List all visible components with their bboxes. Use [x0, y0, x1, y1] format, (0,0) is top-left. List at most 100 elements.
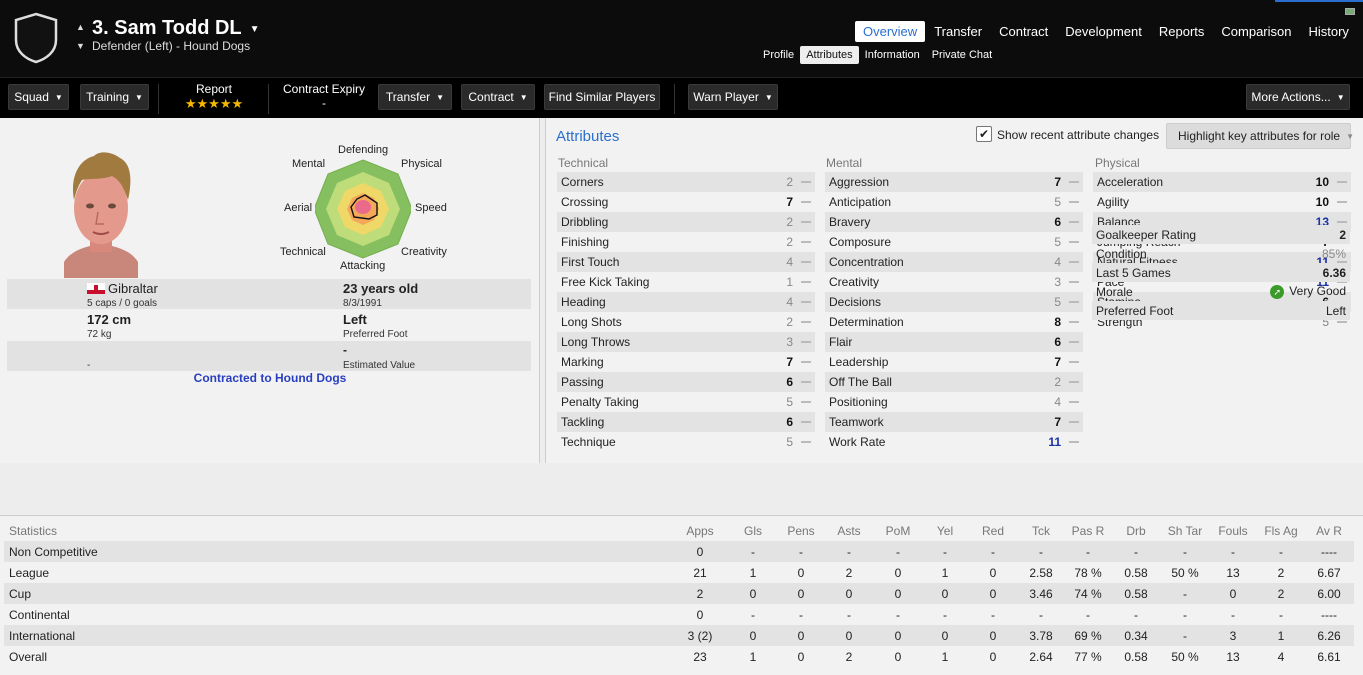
stat-cell: - — [1231, 545, 1235, 559]
highlight-role-dropdown[interactable]: Highlight key attributes for role ▼ — [1166, 123, 1354, 149]
transfer-button[interactable]: Transfer ▼ — [378, 84, 452, 110]
attribute-row[interactable]: Penalty Taking 5 — [557, 392, 815, 412]
attribute-row[interactable]: Bravery 6 — [825, 212, 1083, 232]
squad-button[interactable]: Squad ▼ — [8, 84, 69, 110]
attribute-row[interactable]: Off The Ball 2 — [825, 372, 1083, 392]
attribute-row[interactable]: Corners 2 — [557, 172, 815, 192]
attribute-row[interactable]: Anticipation 5 — [825, 192, 1083, 212]
player-summary-list: Goalkeeper Rating 2 Condition 85% Last 5 G… — [1092, 225, 1350, 320]
training-button[interactable]: Training ▼ — [80, 84, 149, 110]
nationality[interactable]: Gibraltar — [87, 281, 158, 296]
attribute-row[interactable]: Dribbling 2 — [557, 212, 815, 232]
tab-comparison[interactable]: Comparison — [1213, 21, 1299, 42]
statistics-row[interactable]: Overall 23 1 0 2 0 1 0 2.64 77 % 0.58 50 % 13 4 6.61 — [4, 646, 1354, 667]
radar-label-creativity: Creativity — [401, 246, 447, 258]
attribute-value: 7 — [786, 195, 793, 209]
attribute-row[interactable]: Heading 4 — [557, 292, 815, 312]
attribute-row[interactable]: Decisions 5 — [825, 292, 1083, 312]
stat-cell: 2 — [845, 650, 853, 664]
subtab-information[interactable]: Information — [859, 46, 926, 64]
window-mode-icon[interactable] — [1345, 8, 1355, 15]
contract-status-link[interactable]: Contracted to Hound Dogs — [0, 371, 540, 385]
attribute-change-dash-icon — [1069, 241, 1079, 243]
statistics-row[interactable]: League 21 1 0 2 0 1 0 2.58 78 % 0.58 50 % 13 2 6.67 — [4, 562, 1354, 583]
attribute-change-dash-icon — [1069, 181, 1079, 183]
stat-cell: 0.58 — [1124, 566, 1148, 580]
subtab-attributes[interactable]: Attributes — [800, 46, 859, 64]
stat-cell: 0 — [1229, 587, 1237, 601]
stat-cell: Yel — [936, 524, 954, 538]
attribute-change-dash-icon — [801, 261, 811, 263]
attribute-row[interactable]: Concentration 4 — [825, 252, 1083, 272]
show-changes-label[interactable]: Show recent attribute changes — [997, 128, 1159, 142]
attribute-row[interactable]: Agility 10 — [1093, 192, 1351, 212]
attribute-name: Heading — [561, 295, 606, 309]
statistics-row[interactable]: Continental 0- - - - - - - - - - - - ---- — [4, 604, 1354, 625]
attribute-row[interactable]: Finishing 2 — [557, 232, 815, 252]
attribute-value: 5 — [1054, 295, 1061, 309]
tab-reports[interactable]: Reports — [1151, 21, 1213, 42]
attribute-name: Marking — [561, 355, 604, 369]
previous-player-icon[interactable]: ▲ — [76, 22, 85, 32]
player-name[interactable]: 3. Sam Todd DL ▼ — [92, 17, 260, 40]
attribute-row[interactable]: Free Kick Taking 1 — [557, 272, 815, 292]
attribute-name: Bravery — [829, 215, 871, 229]
stat-cell: 0 — [941, 629, 949, 643]
warn-player-button[interactable]: Warn Player ▼ — [688, 84, 778, 110]
next-player-icon[interactable]: ▼ — [76, 41, 85, 51]
attribute-row[interactable]: Aggression 7 — [825, 172, 1083, 192]
tab-contract[interactable]: Contract — [991, 21, 1056, 42]
attribute-row[interactable]: Determination 8 — [825, 312, 1083, 332]
attribute-row[interactable]: Tackling 6 — [557, 412, 815, 432]
attribute-row[interactable]: First Touch 4 — [557, 252, 815, 272]
attribute-value: 2 — [1054, 375, 1061, 389]
tab-development[interactable]: Development — [1057, 21, 1150, 42]
attribute-name: Crossing — [561, 195, 609, 209]
attribute-row[interactable]: Composure 5 — [825, 232, 1083, 252]
attribute-value: 2 — [786, 235, 793, 249]
subtab-profile[interactable]: Profile — [757, 46, 800, 64]
attribute-row[interactable]: Positioning 4 — [825, 392, 1083, 412]
stat-row-label: Statistics — [9, 524, 58, 538]
contract-button[interactable]: Contract ▼ — [461, 84, 535, 110]
radar-label-mental: Mental — [292, 158, 326, 170]
attribute-row[interactable]: Leadership 7 — [825, 352, 1083, 372]
attribute-row[interactable]: Marking 7 — [557, 352, 815, 372]
attribute-row[interactable]: Technique 5 — [557, 432, 815, 452]
subtab-private-chat[interactable]: Private Chat — [926, 46, 999, 64]
stat-cell: 0.58 — [1124, 650, 1148, 664]
stat-cell: - — [847, 608, 851, 622]
attribute-row[interactable]: Work Rate 11 — [825, 432, 1083, 452]
tab-transfer[interactable]: Transfer — [926, 21, 990, 42]
radar-label-technical: Technical — [280, 246, 326, 258]
attribute-row[interactable]: Long Throws 3 — [557, 332, 815, 352]
attribute-row[interactable]: Teamwork 7 — [825, 412, 1083, 432]
tab-history[interactable]: History — [1300, 21, 1356, 42]
statistics-row[interactable]: Cup 2 0 0 0 0 0 0 3.46 74 % 0.58 - 0 2 6.00 — [4, 583, 1354, 604]
club-crest-icon — [14, 12, 58, 64]
attribute-row[interactable]: Long Shots 2 — [557, 312, 815, 332]
attribute-row[interactable]: Creativity 3 — [825, 272, 1083, 292]
stat-cell: 2 — [845, 566, 853, 580]
show-changes-checkbox[interactable]: ✔ — [976, 126, 992, 142]
attribute-name: Agility — [1097, 195, 1130, 209]
stat-cell: Tck — [1032, 524, 1050, 538]
attribute-row[interactable]: Passing 6 — [557, 372, 815, 392]
attribute-row[interactable]: Acceleration 10 — [1093, 172, 1351, 192]
tab-overview[interactable]: Overview — [855, 21, 926, 42]
stat-cell: 0 — [845, 587, 853, 601]
stat-cell: - — [943, 545, 947, 559]
attribute-row[interactable]: Crossing 7 — [557, 192, 815, 212]
attribute-name: Tackling — [561, 415, 605, 429]
player-menu-chevron-icon[interactable]: ▼ — [250, 24, 260, 35]
statistics-row[interactable]: Non Competitive 0- - - - - - - - - - - - ---- — [4, 541, 1354, 562]
stat-cell: - — [943, 608, 947, 622]
find-similar-players-button[interactable]: Find Similar Players — [544, 84, 660, 110]
stat-cell: 2 — [1277, 587, 1285, 601]
attribute-change-dash-icon — [1069, 341, 1079, 343]
stat-cell: 2 — [1277, 566, 1285, 580]
attribute-row[interactable]: Flair 6 — [825, 332, 1083, 352]
report-stars[interactable]: ★★★★★ — [170, 96, 258, 112]
more-actions-button[interactable]: More Actions... ▼ — [1246, 84, 1350, 110]
statistics-row[interactable]: International 3 (2) 0 0 0 0 0 0 3.78 69 % 0.34 - 3 1 6… — [4, 625, 1354, 646]
